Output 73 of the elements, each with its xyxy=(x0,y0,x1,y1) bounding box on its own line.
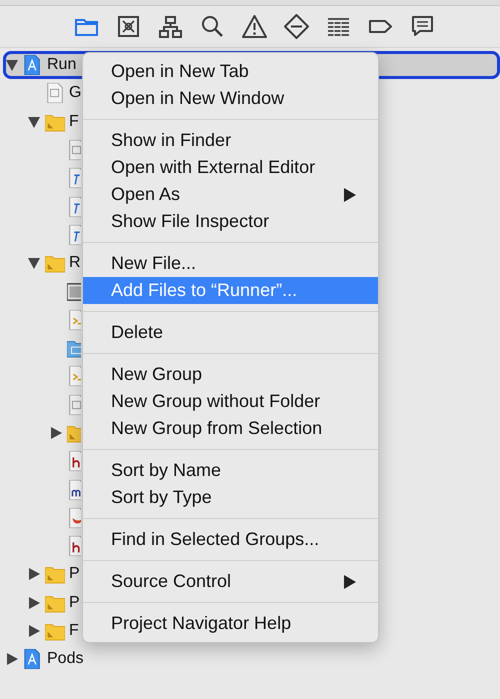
item-name: R xyxy=(69,253,81,274)
document-icon xyxy=(67,196,81,217)
square-x-icon[interactable] xyxy=(115,13,142,40)
document-icon xyxy=(45,83,65,104)
menu-item[interactable]: New Group xyxy=(83,361,378,388)
menu-item-label: New Group without Folder xyxy=(111,390,320,413)
menu-item[interactable]: New File... xyxy=(83,250,378,277)
item-name: G xyxy=(69,83,82,104)
menu-item[interactable]: Delete xyxy=(83,319,378,346)
menu-item-label: Show in Finder xyxy=(111,129,232,152)
menu-item[interactable]: Source Control xyxy=(83,568,378,595)
window-file-icon xyxy=(67,282,81,302)
menu-item-label: Find in Selected Groups... xyxy=(111,528,320,551)
item-name: P xyxy=(69,592,80,613)
diamond-minus-icon[interactable] xyxy=(283,13,310,40)
disclosure-triangle[interactable] xyxy=(27,256,41,270)
folder-icon xyxy=(45,621,65,642)
menu-item-label: Open in New Tab xyxy=(111,60,249,83)
menu-item[interactable]: Project Navigator Help xyxy=(83,610,378,637)
folder-icon xyxy=(67,423,81,443)
folder-icon xyxy=(45,253,65,274)
disclosure-triangle[interactable] xyxy=(5,58,19,72)
document-icon xyxy=(67,536,81,556)
disclosure-triangle[interactable] xyxy=(27,624,41,638)
item-name: Pods xyxy=(47,649,84,670)
folder-icon xyxy=(45,564,65,584)
menu-item-label: Add Files to “Runner”... xyxy=(111,279,298,302)
menu-item-label: New Group from Selection xyxy=(111,417,322,440)
document-icon xyxy=(67,480,81,500)
disclosure-triangle[interactable] xyxy=(27,596,41,610)
hierarchy-icon[interactable] xyxy=(157,13,184,40)
menu-item-label: Source Control xyxy=(111,570,232,593)
disclosure-triangle[interactable] xyxy=(27,114,41,129)
menu-item-label: Sort by Type xyxy=(111,486,212,509)
disclosure-triangle[interactable] xyxy=(5,652,19,666)
menu-item-label: New Group xyxy=(111,363,202,386)
menu-item[interactable]: New Group without Folder xyxy=(83,388,378,415)
navigator-row[interactable]: Pods xyxy=(0,645,500,674)
menu-item-label: Sort by Name xyxy=(111,459,222,482)
item-name: Run xyxy=(47,55,76,76)
menu-item-label: Delete xyxy=(111,321,164,344)
menu-item-label: New File... xyxy=(111,252,196,275)
menu-item[interactable]: Open with External Editor xyxy=(83,154,378,181)
project-file-icon xyxy=(23,649,43,670)
disclosure-triangle[interactable] xyxy=(27,567,41,582)
item-name: F xyxy=(69,621,79,642)
document-icon xyxy=(67,366,81,386)
menu-item-label: Project Navigator Help xyxy=(111,612,292,635)
document-icon xyxy=(67,224,81,245)
project-file-icon xyxy=(23,55,43,76)
menu-item-label: Open As xyxy=(111,183,180,206)
item-name: P xyxy=(69,564,80,584)
document-icon xyxy=(67,508,81,528)
folder-icon xyxy=(67,338,81,358)
disclosure-triangle[interactable] xyxy=(49,426,63,440)
menu-item[interactable]: Sort by Name xyxy=(83,457,378,484)
menu-item[interactable]: Find in Selected Groups... xyxy=(83,526,378,553)
document-icon xyxy=(67,168,81,188)
menu-item[interactable]: Show in Finder xyxy=(83,127,378,154)
document-icon xyxy=(67,310,81,330)
menu-item[interactable]: Open As xyxy=(83,181,378,208)
menu-item-label: Open with External Editor xyxy=(111,156,316,179)
menu-item[interactable]: Open in New Tab xyxy=(83,58,378,85)
menu-item-label: Show File Inspector xyxy=(111,210,270,233)
menu-item[interactable]: Open in New Window xyxy=(83,85,378,112)
menu-item-label: Open in New Window xyxy=(111,87,284,110)
menu-item[interactable]: New Group from Selection xyxy=(83,415,378,442)
item-name: F xyxy=(69,112,79,132)
menu-item[interactable]: Add Files to “Runner”... xyxy=(83,277,378,304)
menu-item[interactable]: Sort by Type xyxy=(83,484,378,511)
menu-item[interactable]: Show File Inspector xyxy=(83,208,378,235)
document-icon xyxy=(67,451,81,472)
warning-icon[interactable] xyxy=(241,13,268,40)
